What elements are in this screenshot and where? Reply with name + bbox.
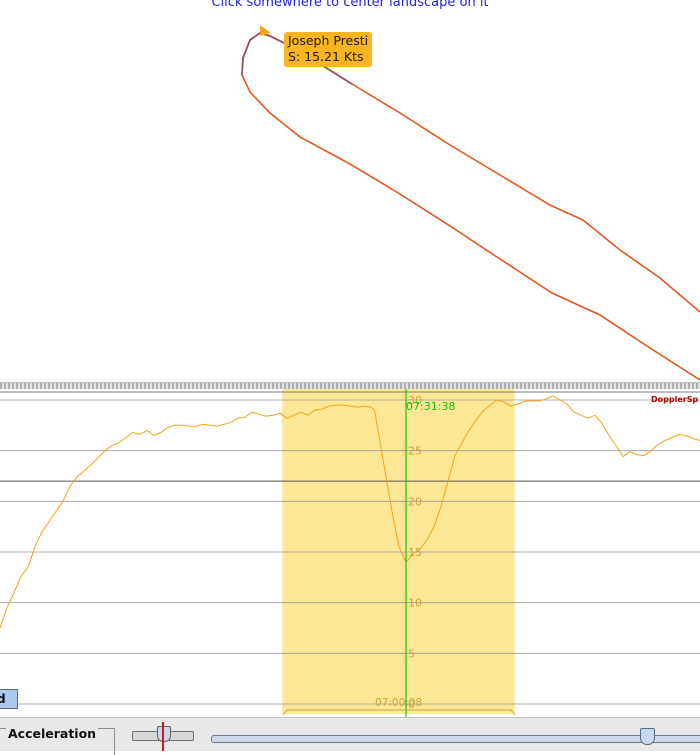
tooltip-speed-readout: S: 15.21 Kts [288, 49, 364, 64]
speed-graph: 302520151050 07:31:38 DopplerSp 07:00:08 [0, 389, 700, 717]
y-tick-label-5: 5 [408, 647, 415, 660]
acceleration-label: Acceleration [6, 726, 99, 741]
time-selection-band[interactable] [282, 389, 515, 714]
y-tick-label-25: 25 [408, 445, 422, 458]
acceleration-slider-thumb[interactable] [157, 726, 171, 742]
y-tick-label-20: 20 [408, 495, 422, 508]
tooltip-sailor-name: Joseph Presti [288, 33, 369, 48]
y-tick-label-15: 15 [408, 546, 422, 559]
timeline-slider-thumb[interactable] [640, 728, 655, 745]
cursor-time-label: 07:31:38 [406, 400, 455, 413]
map-view[interactable]: Click somewhere to center landscape on i… [0, 0, 700, 382]
selection-start-time-label: 07:00:08 [375, 697, 422, 709]
bottom-control-bar: Acceleration [0, 717, 700, 755]
acceleration-zero-marker [162, 722, 164, 751]
speed-graph-panel[interactable]: 30 25 20 15 10 5 0 07:31:38 DopplerSp 07:00:08… [0, 389, 700, 717]
timeline-slider-track[interactable] [211, 735, 700, 743]
series-name-label: DopplerSp [651, 395, 698, 404]
y-tick-label-10: 10 [408, 597, 422, 610]
boat-marker-icon[interactable] [258, 25, 272, 37]
mode-toggle-button[interactable]: d [0, 689, 18, 709]
boat-speed-tooltip: Joseph Presti S: 15.21 Kts [284, 32, 373, 67]
track-inbound-segment [241, 32, 700, 381]
